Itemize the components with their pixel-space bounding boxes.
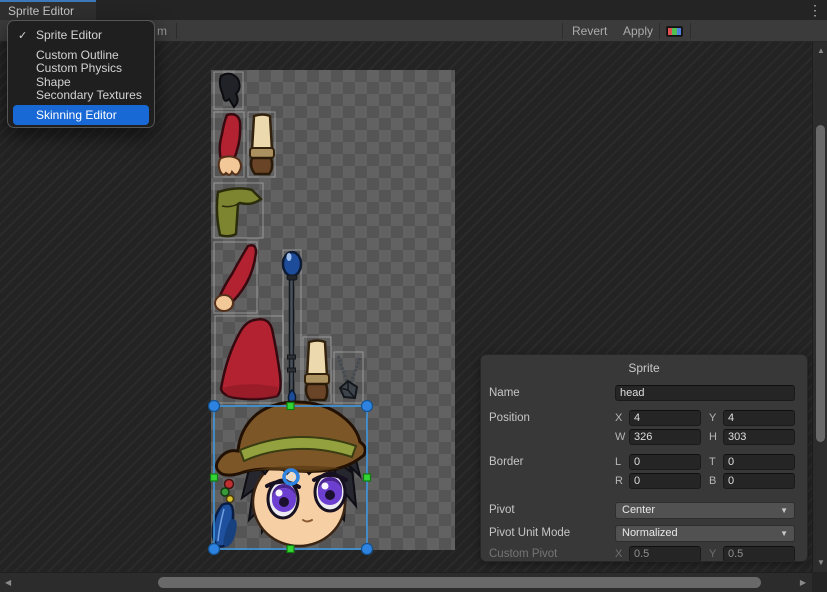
selection-corner-handle-tl[interactable] (209, 401, 220, 412)
custom-pivot-x-prefix: X (615, 548, 626, 560)
scroll-left-icon[interactable]: ◀ (5, 579, 11, 587)
position-y-field[interactable] (723, 410, 795, 426)
revert-button[interactable]: Revert (566, 20, 613, 42)
hat-bead-red (225, 480, 234, 489)
tab-label: Sprite Editor (8, 4, 74, 18)
sprite-editor-window: Sprite Editor ⋮ m Revert Apply (0, 0, 827, 592)
title-bar: Sprite Editor ⋮ (0, 0, 827, 20)
border-t-field[interactable] (723, 454, 795, 470)
t-prefix: T (709, 456, 720, 468)
pivot-unit-mode-dropdown[interactable]: Normalized ▼ (615, 525, 795, 542)
scroll-right-icon[interactable]: ▶ (800, 579, 806, 587)
custom-pivot-x-field (629, 546, 701, 562)
border-b-field[interactable] (723, 473, 795, 489)
selection-edge-handle-right[interactable] (364, 474, 371, 481)
position-w-field[interactable] (629, 429, 701, 445)
toolbar-separator (562, 23, 563, 39)
custom-pivot-label: Custom Pivot (487, 548, 615, 560)
horizontal-scrollbar[interactable]: ◀ ▶ (0, 572, 812, 592)
tab-sprite-editor[interactable]: Sprite Editor (0, 0, 96, 20)
clipped-trim-button-text[interactable]: m (157, 24, 167, 38)
sprite-scarf[interactable] (217, 188, 261, 236)
menu-item-custom-physics-shape[interactable]: Custom Physics Shape (8, 65, 154, 85)
r-prefix: R (615, 475, 626, 487)
h-prefix: H (709, 431, 720, 443)
pivot-indicator[interactable] (284, 470, 298, 484)
hat-bead-yellow (227, 496, 234, 503)
selection-corner-handle-tr[interactable] (362, 401, 373, 412)
sprite-hair-tuft[interactable] (220, 74, 240, 107)
selection-edge-handle-left[interactable] (211, 474, 218, 481)
sprite-sleeve[interactable] (215, 245, 256, 311)
rgb-alpha-toggle-icon[interactable] (666, 26, 683, 37)
window-menu-icon[interactable]: ⋮ (808, 1, 822, 19)
sprite-boot-2[interactable] (305, 341, 329, 401)
border-l-field[interactable] (629, 454, 701, 470)
toolbar-separator (176, 23, 177, 39)
horizontal-scrollbar-thumb[interactable] (158, 577, 761, 588)
x-prefix: X (615, 412, 626, 424)
apply-button[interactable]: Apply (617, 20, 659, 42)
toolbar-separator (690, 23, 691, 39)
checkmark-icon: ✓ (18, 29, 27, 42)
toolbar-separator (659, 23, 660, 39)
border-label: Border (487, 456, 615, 468)
custom-pivot-y-field (723, 546, 795, 562)
pivot-value: Center (622, 504, 655, 516)
pivot-unit-mode-value: Normalized (622, 527, 678, 539)
selection-edge-handle-top[interactable] (287, 403, 294, 410)
sprite-arm[interactable] (219, 114, 241, 174)
sprite-boot[interactable] (250, 115, 274, 175)
position-h-field[interactable] (723, 429, 795, 445)
selection-edge-handle-bottom[interactable] (287, 546, 294, 553)
pivot-dropdown[interactable]: Center ▼ (615, 502, 795, 519)
custom-pivot-y-prefix: Y (709, 548, 720, 560)
chevron-down-icon: ▼ (780, 529, 788, 538)
border-r-field[interactable] (629, 473, 701, 489)
y-prefix: Y (709, 412, 720, 424)
position-label: Position (487, 412, 615, 424)
pivot-label: Pivot (487, 504, 615, 516)
sprite-inspector-panel: Sprite Name Position X Y W H Border L (480, 354, 808, 562)
hat-bead-green (221, 488, 229, 496)
w-prefix: W (615, 431, 626, 443)
pivot-unit-mode-label: Pivot Unit Mode (487, 527, 615, 539)
scrollbar-corner (812, 572, 827, 592)
scroll-up-icon[interactable]: ▲ (817, 47, 825, 55)
name-label: Name (487, 387, 615, 399)
l-prefix: L (615, 456, 626, 468)
b-prefix: B (709, 475, 720, 487)
vertical-scrollbar[interactable]: ▲ ▼ (812, 42, 827, 572)
vertical-scrollbar-thumb[interactable] (816, 125, 825, 442)
menu-item-sprite-editor[interactable]: ✓ Sprite Editor (8, 25, 154, 45)
sprite-staff[interactable] (283, 252, 301, 403)
sprite-editor-mode-menu: ✓ Sprite Editor Custom Outline Custom Ph… (7, 20, 155, 128)
panel-title: Sprite (481, 361, 807, 375)
sprite-pendant[interactable] (338, 356, 360, 398)
position-x-field[interactable] (629, 410, 701, 426)
chevron-down-icon: ▼ (780, 506, 788, 515)
sprite-atlas-overlay (203, 62, 463, 556)
scroll-down-icon[interactable]: ▼ (817, 559, 825, 567)
sprite-cloak[interactable] (221, 319, 281, 399)
selection-corner-handle-br[interactable] (362, 544, 373, 555)
menu-item-secondary-textures[interactable]: Secondary Textures (8, 85, 154, 105)
name-field[interactable] (615, 385, 795, 401)
selection-corner-handle-bl[interactable] (209, 544, 220, 555)
menu-item-skinning-editor[interactable]: Skinning Editor (13, 105, 149, 125)
